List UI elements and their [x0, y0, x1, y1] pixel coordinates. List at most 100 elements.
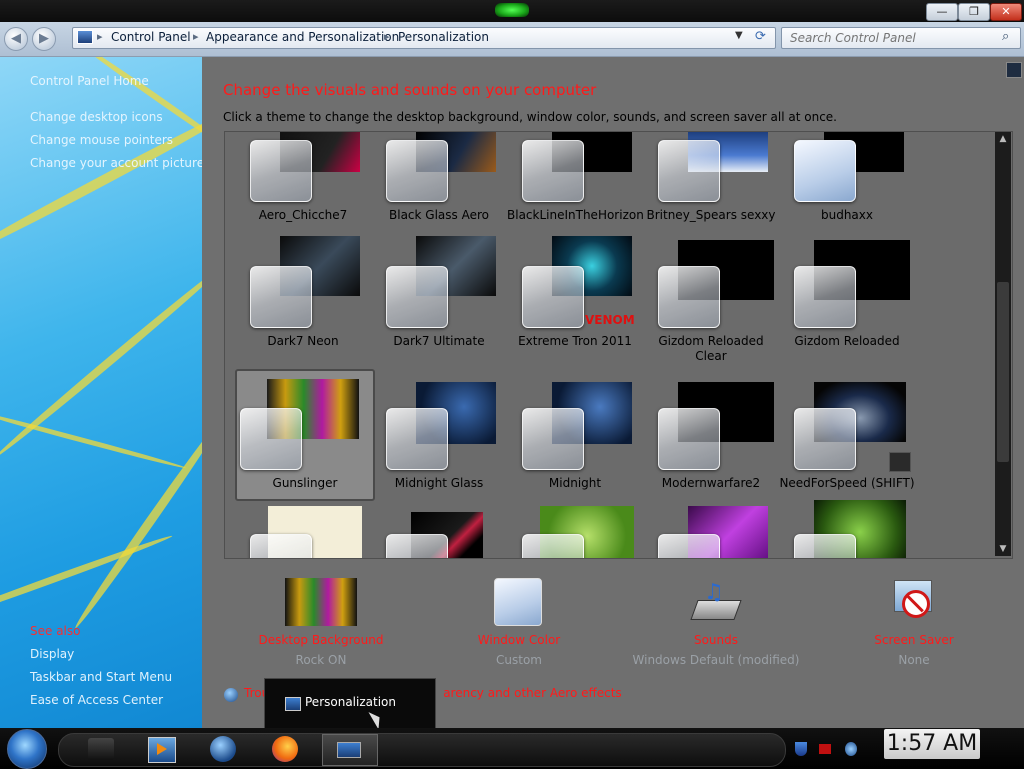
window-glass-icon	[250, 140, 312, 202]
page-description: Click a theme to change the desktop back…	[223, 110, 837, 124]
scroll-up-icon[interactable]: ▲	[995, 132, 1011, 146]
theme-tile[interactable]	[779, 500, 915, 558]
gallery-scrollbar[interactable]: ▲ ▼	[995, 132, 1011, 556]
theme-tile[interactable]: Dark7 Neon	[235, 236, 371, 384]
help-icon[interactable]	[1006, 62, 1022, 78]
taskbar-start-menu-link[interactable]: Taskbar and Start Menu	[30, 670, 172, 684]
personalization-icon	[285, 697, 301, 711]
back-button[interactable]: ◀	[4, 27, 28, 51]
sounds-icon: ♫	[690, 578, 742, 624]
theme-tile-selected[interactable]: Gunslinger	[235, 369, 375, 501]
theme-name: budhaxx	[820, 208, 873, 222]
window-glass-icon	[250, 534, 312, 558]
start-button[interactable]	[7, 729, 47, 769]
change-account-picture-link[interactable]: Change your account picture	[30, 156, 204, 170]
search-icon[interactable]: ⌕	[1002, 29, 1009, 44]
personalization-taskbar-button[interactable]	[322, 734, 378, 766]
theme-small-preview	[889, 452, 911, 472]
setting-title[interactable]: Sounds	[646, 633, 786, 647]
theme-tile[interactable]	[235, 506, 371, 558]
ease-of-access-link[interactable]: Ease of Access Center	[30, 693, 163, 707]
internet-explorer-icon[interactable]	[206, 734, 242, 764]
theme-name: Extreme Tron 2011	[518, 334, 632, 348]
theme-name: Midnight	[548, 476, 602, 490]
setting-title[interactable]: Window Color	[449, 633, 589, 647]
theme-name: Modernwarfare2	[661, 476, 761, 490]
theme-tile[interactable]: NeedForSpeed (SHIFT)	[779, 382, 915, 510]
see-also-heading: See also	[30, 624, 81, 638]
breadcrumb-separator-icon: ▸	[384, 30, 390, 43]
address-dropdown-icon[interactable]: ▼	[735, 30, 743, 41]
window-glass-icon	[658, 266, 720, 328]
forward-button[interactable]: ▶	[32, 27, 56, 51]
control-panel-home-link[interactable]: Control Panel Home	[30, 74, 149, 88]
theme-name: Dark7 Ultimate	[393, 334, 485, 348]
theme-name: Britney_Spears sexxy	[646, 208, 776, 222]
theme-tile[interactable]: budhaxx	[779, 132, 915, 258]
window-color-icon	[494, 578, 542, 626]
setting-value: Rock ON	[295, 653, 347, 667]
setting-title[interactable]: Desktop Background	[251, 633, 391, 647]
display-link[interactable]: Display	[30, 647, 74, 661]
window-glass-icon	[658, 534, 720, 558]
theme-tile[interactable]: VENOM Extreme Tron 2011	[507, 236, 643, 384]
change-desktop-icons-link[interactable]: Change desktop icons	[30, 110, 163, 124]
firefox-icon[interactable]	[268, 734, 304, 764]
theme-tile[interactable]	[371, 506, 507, 558]
theme-name: NeedForSpeed (SHIFT)	[779, 476, 915, 490]
minimize-button[interactable]: —	[926, 3, 958, 21]
theme-tile[interactable]: Midnight Glass	[371, 382, 507, 510]
theme-tile[interactable]	[507, 506, 643, 558]
window-glass-icon	[386, 266, 448, 328]
screen-saver-icon	[890, 578, 936, 622]
window-glass-icon	[522, 266, 584, 328]
scrollbar-thumb[interactable]	[997, 282, 1009, 462]
breadcrumb-separator-icon: ▸	[193, 30, 199, 43]
theme-name: Black Glass Aero	[389, 208, 489, 222]
media-player-icon[interactable]	[144, 734, 180, 764]
theme-tile[interactable]: Modernwarfare2	[643, 382, 779, 510]
shield-icon[interactable]	[795, 742, 807, 756]
theme-tile[interactable]: Gizdom Reloaded	[779, 240, 915, 384]
setting-title[interactable]: Screen Saver	[844, 633, 984, 647]
setting-value: None	[898, 653, 930, 667]
window-glass-icon	[250, 266, 312, 328]
explorer-icon[interactable]	[84, 734, 120, 764]
theme-tile[interactable]: Britney_Spears sexxy	[643, 132, 779, 258]
setting-value: Windows Default (modified)	[632, 653, 800, 667]
theme-tile[interactable]	[643, 506, 779, 558]
aero-glow-ornament	[495, 3, 529, 17]
battery-icon[interactable]	[819, 744, 831, 754]
theme-tile[interactable]: Dark7 Ultimate	[371, 236, 507, 384]
taskbar-clock[interactable]: 1:57 AM	[884, 729, 980, 759]
window-glass-icon	[240, 408, 302, 470]
search-box[interactable]: ⌕	[781, 27, 1021, 49]
window-glass-icon	[658, 408, 720, 470]
network-icon[interactable]	[845, 742, 857, 756]
theme-gallery: Aero_Chicche7 Black Glass Aero BlackLine…	[224, 131, 1013, 559]
address-bar[interactable]: ▸ Control Panel ▸ Appearance and Persona…	[72, 27, 776, 49]
window-glass-icon	[386, 534, 448, 558]
window-glass-icon	[386, 408, 448, 470]
page-title: Change the visuals and sounds on your co…	[223, 81, 597, 99]
breadcrumb-control-panel[interactable]: Control Panel	[111, 30, 191, 44]
search-input[interactable]	[788, 29, 992, 47]
window-glass-icon	[522, 534, 584, 558]
close-button[interactable]: ✕	[990, 3, 1022, 21]
globe-icon	[224, 688, 238, 702]
taskbar-tooltip: Personalization	[264, 678, 436, 730]
theme-tile[interactable]: Gizdom Reloaded Clear	[643, 240, 779, 384]
theme-name: Gunslinger	[272, 476, 338, 490]
theme-name: Aero_Chicche7	[258, 208, 348, 222]
breadcrumb-appearance[interactable]: Appearance and Personalization	[206, 30, 399, 44]
restore-button[interactable]: ❐	[958, 3, 990, 21]
theme-tile[interactable]: Midnight	[507, 382, 643, 510]
scroll-down-icon[interactable]: ▼	[995, 542, 1011, 556]
control-panel-icon	[77, 30, 93, 44]
refresh-icon[interactable]: ⟳	[755, 29, 766, 44]
setting-value: Custom	[496, 653, 542, 667]
aero-link-text-end[interactable]: arency and other Aero effects	[443, 686, 622, 700]
change-mouse-pointers-link[interactable]: Change mouse pointers	[30, 133, 173, 147]
breadcrumb-personalization[interactable]: Personalization	[398, 30, 489, 44]
window-glass-icon	[522, 140, 584, 202]
